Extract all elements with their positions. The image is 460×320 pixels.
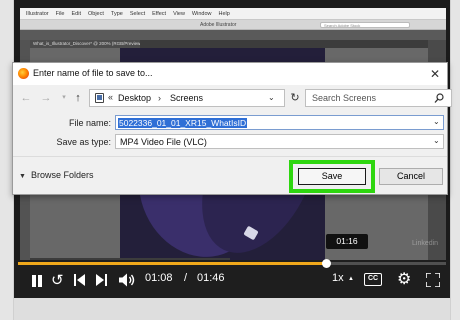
illustrator-control-bar — [20, 30, 446, 40]
illustrator-titlebar: Adobe Illustrator Search Adobe Stock — [20, 20, 446, 30]
illustrator-menubar: Illustrator File Edit Object Type Select… — [20, 8, 446, 20]
screenshot: Illustrator File Edit Object Type Select… — [0, 0, 460, 320]
save-button[interactable]: Save — [298, 168, 366, 185]
playback-speed-button[interactable]: 1x — [332, 272, 344, 284]
illustrator-title: Adobe Illustrator — [200, 22, 237, 28]
right-page-margin — [450, 0, 460, 320]
menu-effect: Effect — [152, 10, 167, 17]
progress-thumb[interactable] — [322, 259, 332, 268]
savetype-label: Save as type: — [56, 137, 111, 147]
illustrator-document-tab: What_is_Illustrator_Discover* @ 200% (RG… — [30, 40, 140, 48]
dialog-navigation: ← → ▾ ↑ « Desktop › Screens ⌄ ↻ Search S… — [13, 85, 452, 111]
folder-location-icon — [95, 93, 104, 103]
next-icon[interactable] — [96, 273, 108, 287]
player-controls: ↺ 01:08 / 01:46 1x ▲ CC ⚙ — [14, 259, 450, 298]
cancel-button[interactable]: Cancel — [379, 168, 443, 185]
close-icon[interactable]: ✕ — [427, 66, 443, 82]
progress-fill — [18, 262, 327, 265]
progress-bar[interactable] — [18, 259, 446, 268]
time-separator: / — [184, 272, 188, 284]
current-time: 01:08 — [145, 272, 173, 284]
breadcrumb-screens[interactable]: Screens — [170, 93, 203, 103]
dialog-footer: ▼ Browse Folders Save Cancel — [13, 156, 447, 194]
total-time: 01:46 — [197, 272, 225, 284]
chevron-down-icon[interactable]: ⌄ — [433, 136, 440, 145]
menu-select: Select — [129, 10, 146, 17]
forward-arrow-icon[interactable]: → — [39, 90, 53, 106]
save-file-dialog: Enter name of file to save to... ✕ ← → ▾… — [12, 62, 452, 195]
menu-object: Object — [87, 10, 104, 17]
recent-locations-icon[interactable]: ▾ — [57, 90, 71, 106]
search-placeholder: Search Screens — [312, 93, 377, 103]
breadcrumb-separator-icon[interactable]: › — [158, 93, 161, 103]
volume-icon[interactable] — [119, 273, 135, 287]
browse-folders-label: Browse Folders — [30, 170, 94, 180]
menu-view: View — [173, 10, 185, 17]
menu-window: Window — [191, 10, 212, 17]
browse-folders-toggle[interactable]: ▼ Browse Folders — [19, 170, 93, 180]
menu-file: File — [55, 10, 65, 17]
filename-label: File name: — [68, 118, 111, 128]
chevron-down-icon: ▼ — [19, 173, 26, 180]
breadcrumb-desktop[interactable]: Desktop — [118, 93, 151, 103]
firefox-icon — [18, 68, 29, 79]
back-arrow-icon[interactable]: ← — [19, 90, 33, 106]
savetype-select[interactable]: MP4 Video File (VLC) ⌄ — [115, 134, 444, 149]
closed-captions-button[interactable]: CC — [364, 273, 382, 286]
menu-type: Type — [110, 10, 123, 17]
menu-illustrator: Illustrator — [26, 10, 49, 17]
menu-edit: Edit — [71, 10, 81, 17]
fullscreen-icon[interactable] — [426, 273, 440, 287]
replay-icon[interactable]: ↺ — [51, 271, 64, 291]
address-bar[interactable]: « Desktop › Screens ⌄ — [89, 89, 285, 107]
gear-icon[interactable]: ⚙ — [397, 271, 411, 289]
chevron-down-icon[interactable]: ⌄ — [433, 117, 440, 126]
chevron-up-icon: ▲ — [348, 276, 354, 282]
path-overflow-icon[interactable]: « — [108, 92, 113, 102]
previous-icon[interactable] — [74, 273, 86, 287]
watermark: Linkedin — [412, 240, 439, 247]
menu-help: Help — [218, 10, 230, 17]
filename-input[interactable]: 5022336_01_01_XR15_WhatIsID ⌄ — [115, 115, 444, 130]
refresh-icon[interactable]: ↻ — [288, 89, 302, 107]
search-icon — [434, 93, 444, 103]
dialog-titlebar: Enter name of file to save to... ✕ — [13, 63, 447, 85]
filename-value: 5022336_01_01_XR15_WhatIsID — [118, 118, 248, 128]
up-arrow-icon[interactable]: ↑ — [71, 90, 85, 106]
pause-icon[interactable] — [30, 274, 44, 288]
search-input[interactable]: Search Screens — [305, 89, 452, 107]
illustrator-stock-search: Search Adobe Stock — [320, 22, 410, 28]
chevron-down-icon[interactable]: ⌄ — [268, 93, 275, 102]
hover-time-tooltip: 01:16 — [326, 234, 368, 249]
dialog-title: Enter name of file to save to... — [33, 68, 153, 78]
savetype-value: MP4 Video File (VLC) — [120, 137, 207, 147]
